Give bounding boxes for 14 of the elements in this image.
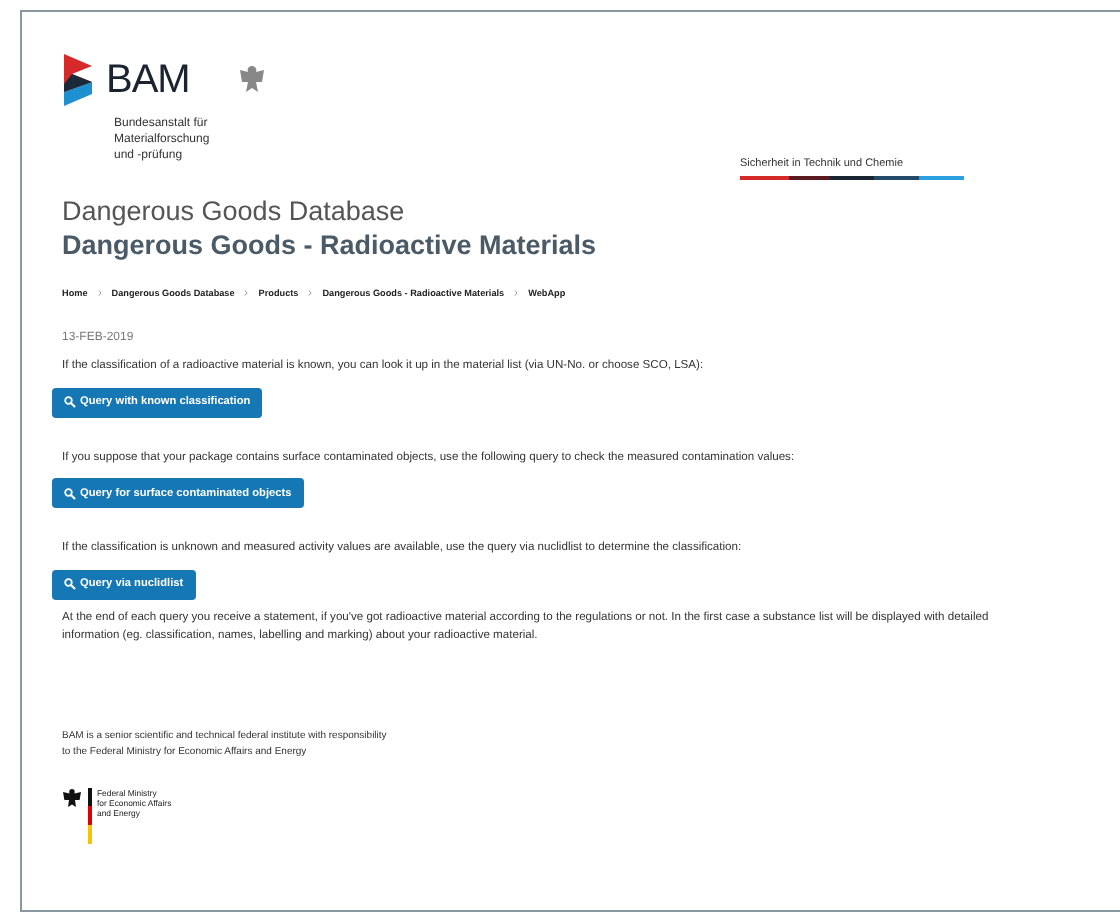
page-title: Dangerous Goods Database [62,196,407,226]
chevron-icon [308,290,313,296]
chevron-icon [97,290,102,296]
logo-icon [62,52,94,108]
logo-text: BAM [106,57,190,103]
search-icon [64,487,76,499]
search-icon [64,578,76,590]
search-icon [64,396,76,408]
eagle-icon [237,64,266,96]
page-subtitle: Dangerous Goods - Radioactive Materials [62,230,599,260]
eagle-icon [62,787,82,807]
flag-stripe [88,787,91,843]
chevron-icon [514,290,519,296]
chevron-icon [244,290,249,296]
